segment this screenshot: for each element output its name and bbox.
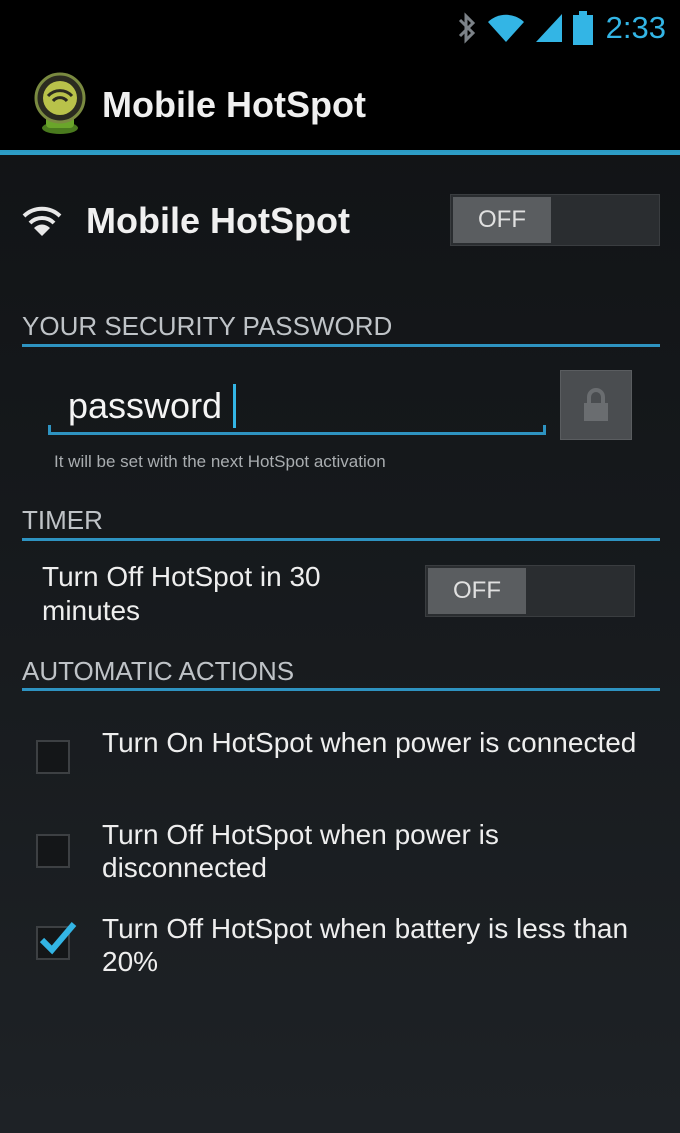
wifi-icon: [22, 206, 62, 236]
action-row-power-connected[interactable]: Turn On HotSpot when power is connected: [0, 724, 680, 804]
lock-icon: [584, 388, 608, 421]
checkmark-icon: [39, 922, 77, 955]
action-label: Turn Off HotSpot when power is disconnec…: [102, 819, 499, 883]
section-divider-security: [22, 344, 660, 347]
wifi-signal-icon: [487, 14, 524, 42]
app-title: Mobile HotSpot: [102, 84, 366, 125]
password-hint: It will be set with the next HotSpot act…: [54, 452, 386, 471]
timer-toggle[interactable]: OFF: [425, 565, 635, 617]
hotspot-app-icon[interactable]: [28, 72, 92, 136]
action-bar-divider: [0, 150, 680, 155]
checkbox-power-connected[interactable]: [36, 740, 70, 774]
text-caret: [233, 384, 236, 428]
checkbox-power-disconnected[interactable]: [36, 834, 70, 868]
action-label: Turn On HotSpot when power is connected: [102, 727, 637, 758]
clock: 2:33: [605, 10, 666, 45]
hotspot-toggle[interactable]: OFF: [450, 194, 660, 246]
status-icons: 2:33: [456, 8, 666, 48]
section-header-timer: TIMER: [22, 505, 103, 535]
action-bar: Mobile HotSpot: [0, 56, 680, 152]
action-label: Turn Off HotSpot when battery is less th…: [102, 913, 629, 977]
section-divider-timer: [22, 538, 660, 541]
battery-icon: [572, 11, 593, 45]
section-divider-automatic-actions: [22, 688, 660, 691]
checkbox-battery-low[interactable]: [36, 922, 77, 960]
section-header-security: YOUR SECURITY PASSWORD: [22, 311, 393, 341]
section-header-automatic-actions: AUTOMATIC ACTIONS: [22, 656, 295, 686]
password-input-underline: [48, 425, 546, 435]
status-bar: 2:33: [0, 0, 680, 56]
cell-signal-icon: [535, 14, 562, 42]
timer-toggle-state: OFF: [428, 568, 526, 614]
timer-label: Turn Off HotSpot in 30 minutes: [42, 561, 321, 626]
hotspot-toggle-state: OFF: [453, 197, 551, 243]
bluetooth-icon: [458, 12, 475, 44]
password-input[interactable]: [50, 378, 546, 434]
action-row-power-disconnected[interactable]: Turn Off HotSpot when power is disconnec…: [0, 816, 680, 896]
hotspot-label: Mobile HotSpot: [86, 200, 350, 241]
lock-button[interactable]: [560, 370, 632, 440]
action-row-battery-low[interactable]: Turn Off HotSpot when battery is less th…: [0, 910, 680, 990]
